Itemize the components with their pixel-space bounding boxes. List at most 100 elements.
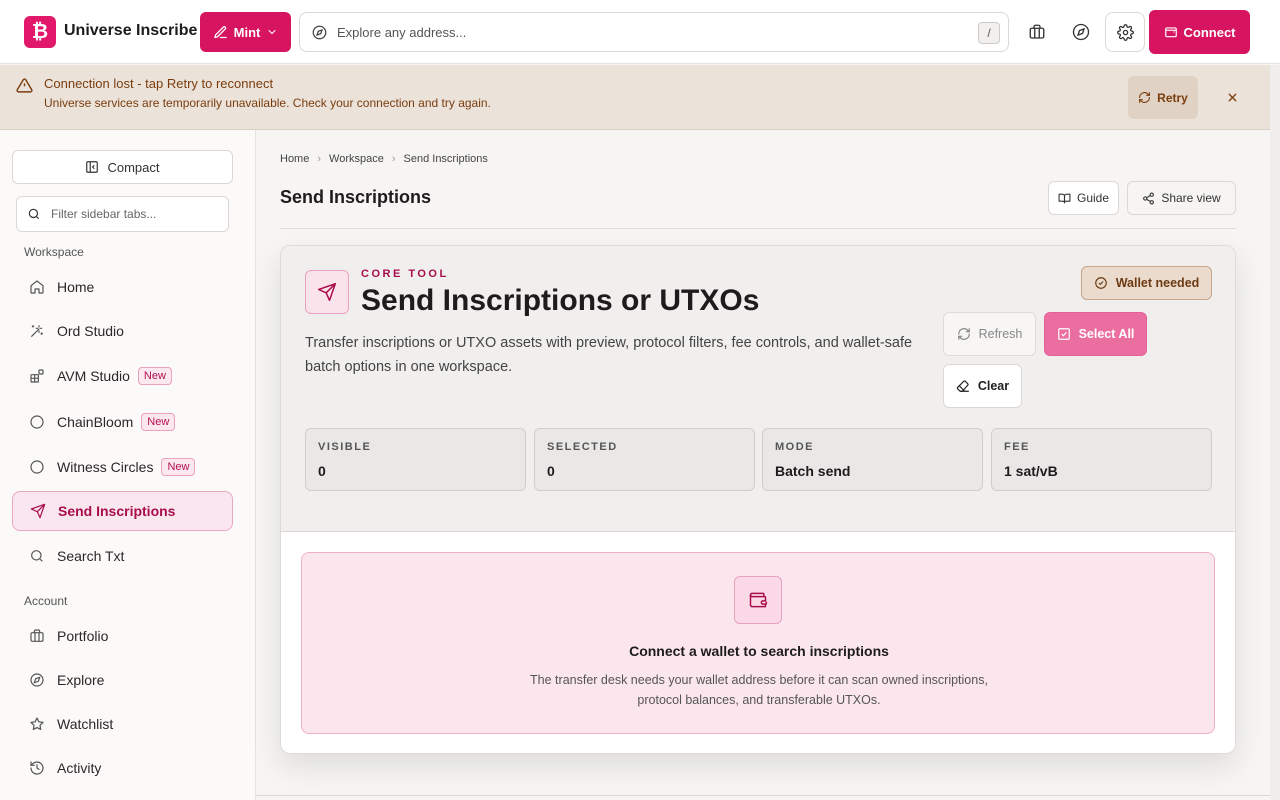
sidebar-item-portfolio[interactable]: Portfolio <box>12 616 233 656</box>
book-icon <box>1058 193 1071 203</box>
app-title[interactable]: Universe Inscribe <box>64 22 197 40</box>
new-badge: New <box>137 367 172 385</box>
circle-icon <box>28 459 45 476</box>
sidebar-item-activity[interactable]: Activity <box>12 748 233 788</box>
connect-wallet-button[interactable]: Connect <box>1149 10 1250 54</box>
guide-button[interactable]: Guide <box>1048 181 1119 215</box>
refresh-button[interactable]: Refresh <box>943 312 1036 356</box>
wallet-icon <box>734 576 782 624</box>
account-section-label: Account <box>24 594 68 608</box>
top-header: ₿ Universe Inscribe Mint / Connect <box>0 0 1280 64</box>
checkbox-icon <box>1057 328 1070 340</box>
wallet-badge-label: Wallet needed <box>1115 276 1200 290</box>
sidebar-item-search-txt[interactable]: Search Txt <box>12 536 233 576</box>
share-view-button[interactable]: Share view <box>1127 181 1236 215</box>
retry-label: Retry <box>1157 90 1188 105</box>
pencil-icon <box>213 25 227 38</box>
retry-button[interactable]: Retry <box>1128 76 1198 119</box>
sidebar-filter-input[interactable] <box>51 207 221 221</box>
tool-title: Send Inscriptions or UTXOs <box>361 284 760 317</box>
sidebar-collapse-icon <box>86 161 99 173</box>
compass-icon <box>28 672 45 689</box>
compass-icon <box>312 25 327 39</box>
stat-label: SELECTED <box>547 441 618 453</box>
wallet-needed-badge: Wallet needed <box>1081 266 1212 300</box>
explore-button[interactable] <box>1061 12 1101 52</box>
sidebar-filter[interactable] <box>16 196 229 232</box>
sidebar-item-label: Send Inscriptions <box>58 503 176 519</box>
refresh-icon <box>1139 92 1151 103</box>
send-icon <box>305 270 349 314</box>
circle-icon <box>28 414 45 431</box>
guide-label: Guide <box>1076 191 1110 205</box>
sidebar-item-home[interactable]: Home <box>12 267 233 307</box>
breadcrumb-home[interactable]: Home <box>280 153 309 165</box>
page-scrollbar[interactable] <box>1270 65 1280 800</box>
stat-label: MODE <box>775 441 814 453</box>
settings-button[interactable] <box>1105 12 1145 52</box>
portfolio-button[interactable] <box>1017 12 1057 52</box>
breadcrumb-separator-icon: › <box>317 153 322 165</box>
eraser-icon <box>956 380 969 392</box>
search-shortcut-key: / <box>978 22 1000 44</box>
clear-button[interactable]: Clear <box>943 364 1022 408</box>
sidebar-item-label: Watchlist <box>57 716 114 732</box>
connect-wallet-empty-state: Connect a wallet to search inscriptions … <box>301 552 1215 734</box>
share-icon <box>1143 192 1155 204</box>
page-title: Send Inscriptions <box>280 187 432 207</box>
tool-eyebrow: CORE TOOL <box>361 268 449 280</box>
banner-title: Connection lost - tap Retry to reconnect <box>44 76 274 91</box>
sidebar-item-ord-studio[interactable]: Ord Studio <box>12 311 233 351</box>
stat-mode: MODE Batch send <box>762 428 983 491</box>
breadcrumb-current: Send Inscriptions <box>403 153 488 165</box>
wand-icon <box>28 323 45 340</box>
banner-close-button[interactable] <box>1222 87 1242 107</box>
tool-description: Transfer inscriptions or UTXO assets wit… <box>305 335 913 375</box>
sidebar-item-label: Activity <box>57 760 102 776</box>
stat-value: 0 <box>318 463 326 479</box>
new-badge: New <box>141 413 176 431</box>
stat-label: FEE <box>1004 441 1030 453</box>
stat-value: 1 sat/vB <box>1004 463 1058 479</box>
home-icon <box>28 279 45 296</box>
sidebar-item-label: Home <box>57 279 95 295</box>
select-all-label: Select All <box>1078 327 1135 341</box>
sidebar-item-label: Witness Circles <box>57 459 154 475</box>
breadcrumb-workspace[interactable]: Workspace <box>329 153 384 165</box>
address-search-input[interactable] <box>337 24 957 40</box>
stat-value: Batch send <box>775 463 851 479</box>
sidebar-item-watchlist[interactable]: Watchlist <box>12 704 233 744</box>
wallet-icon <box>1164 27 1177 38</box>
empty-state-title: Connect a wallet to search inscriptions <box>629 643 889 659</box>
banner-text: Universe services are temporarily unavai… <box>44 96 491 110</box>
new-badge: New <box>161 458 196 476</box>
header-divider <box>280 228 1236 229</box>
refresh-icon <box>957 328 970 340</box>
sidebar-item-avm-studio[interactable]: AVM Studio New <box>12 356 233 396</box>
sidebar-item-chainbloom[interactable]: ChainBloom New <box>12 402 233 442</box>
mint-button[interactable]: Mint <box>200 12 291 52</box>
warning-icon <box>16 78 33 93</box>
connect-label: Connect <box>1183 24 1236 40</box>
select-all-button[interactable]: Select All <box>1044 312 1147 356</box>
gear-icon <box>1116 23 1134 41</box>
sidebar-item-send-inscriptions[interactable]: Send Inscriptions <box>12 491 233 531</box>
sidebar-item-witness-circles[interactable]: Witness Circles New <box>12 447 233 487</box>
briefcase-icon <box>28 628 45 645</box>
compact-toggle-button[interactable]: Compact <box>12 150 233 184</box>
search-icon <box>28 208 40 220</box>
share-label: Share view <box>1161 191 1221 205</box>
workspace-section-label: Workspace <box>24 245 84 259</box>
logo-icon[interactable]: ₿ <box>24 16 56 48</box>
search-icon <box>28 548 45 565</box>
address-search[interactable]: / <box>299 12 1009 52</box>
star-icon <box>28 716 45 733</box>
briefcase-icon <box>1029 24 1045 39</box>
refresh-label: Refresh <box>978 327 1023 341</box>
tool-card: CORE TOOL Send Inscriptions or UTXOs Tra… <box>280 245 1236 754</box>
stat-value: 0 <box>547 463 555 479</box>
sidebar-item-explore[interactable]: Explore <box>12 660 233 700</box>
close-icon <box>1228 93 1236 101</box>
breadcrumb: Home › Workspace › Send Inscriptions <box>280 153 488 165</box>
blocks-icon <box>28 368 45 385</box>
